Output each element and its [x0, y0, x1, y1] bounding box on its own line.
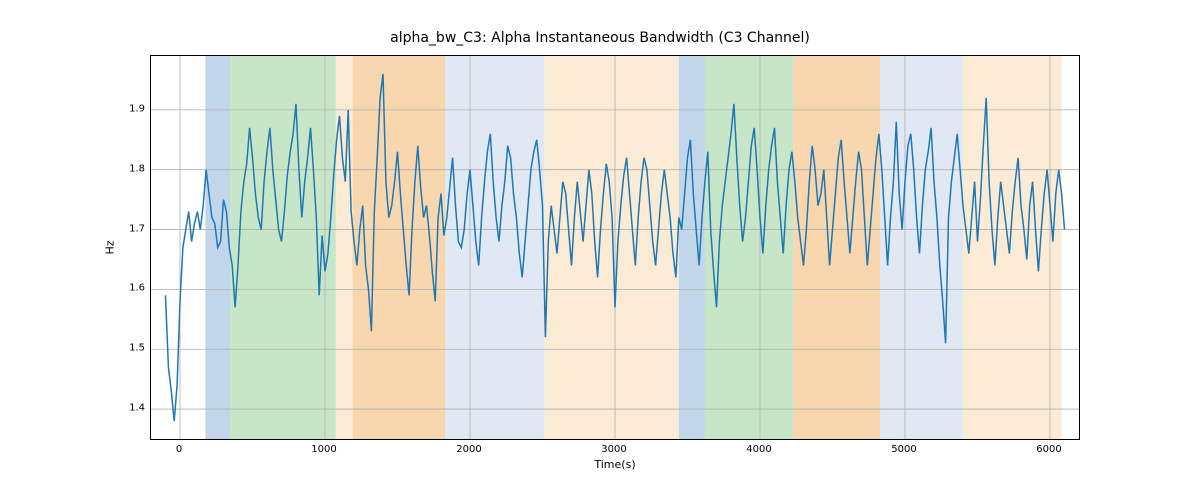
shade-band	[705, 56, 793, 439]
shade-band	[679, 56, 705, 439]
x-tick-label: 2000	[456, 444, 481, 455]
chart-title: alpha_bw_C3: Alpha Instantaneous Bandwid…	[0, 30, 1200, 46]
y-tick-label: 1.8	[105, 163, 145, 174]
shade-band	[353, 56, 446, 439]
shade-band	[445, 56, 544, 439]
y-tick-label: 1.9	[105, 103, 145, 114]
shade-band	[963, 56, 1062, 439]
x-tick-label: 5000	[891, 444, 916, 455]
shade-band	[880, 56, 963, 439]
x-tick-label: 3000	[601, 444, 626, 455]
shade-band	[336, 56, 353, 439]
shade-band	[230, 56, 336, 439]
y-tick-label: 1.7	[105, 223, 145, 234]
x-axis-label: Time(s)	[150, 458, 1080, 471]
shade-band	[545, 56, 679, 439]
y-tick-label: 1.4	[105, 403, 145, 414]
plot-svg	[151, 56, 1079, 439]
y-tick-label: 1.5	[105, 343, 145, 354]
figure: alpha_bw_C3: Alpha Instantaneous Bandwid…	[0, 0, 1200, 500]
x-tick-label: 6000	[1036, 444, 1061, 455]
y-tick-label: 1.6	[105, 283, 145, 294]
plot-area	[150, 55, 1080, 440]
x-tick-label: 1000	[311, 444, 336, 455]
x-tick-label: 0	[176, 444, 182, 455]
shade-band	[793, 56, 880, 439]
x-tick-label: 4000	[746, 444, 771, 455]
